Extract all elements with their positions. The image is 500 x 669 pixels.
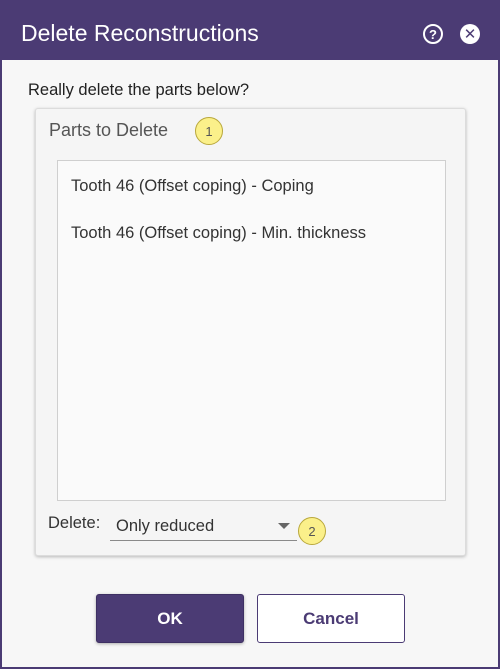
list-item[interactable]: Tooth 46 (Offset coping) - Min. thicknes…: [71, 224, 366, 243]
close-icon[interactable]: ✕: [460, 24, 480, 44]
chevron-down-icon: [278, 523, 290, 529]
delete-reconstructions-dialog: Delete Reconstructions ? ✕ Really delete…: [0, 0, 500, 669]
cancel-button[interactable]: Cancel: [257, 594, 405, 643]
dialog-title: Delete Reconstructions: [21, 20, 259, 46]
title-bar: Delete Reconstructions ? ✕: [2, 2, 498, 60]
confirmation-prompt: Really delete the parts below?: [28, 81, 250, 99]
delete-label: Delete:: [48, 514, 101, 532]
parts-to-delete-group: Parts to Delete 1 Tooth 46 (Offset copin…: [35, 108, 466, 556]
group-title: Parts to Delete: [49, 120, 169, 140]
help-icon[interactable]: ?: [423, 24, 443, 44]
delete-mode-value: Only reduced: [116, 517, 215, 535]
callout-badge-1: 1: [195, 117, 223, 145]
delete-mode-select[interactable]: Only reduced: [110, 511, 297, 541]
ok-button[interactable]: OK: [96, 594, 244, 643]
callout-badge-2: 2: [298, 517, 326, 545]
parts-list[interactable]: Tooth 46 (Offset coping) - Coping Tooth …: [57, 160, 446, 501]
list-item[interactable]: Tooth 46 (Offset coping) - Coping: [71, 177, 314, 196]
